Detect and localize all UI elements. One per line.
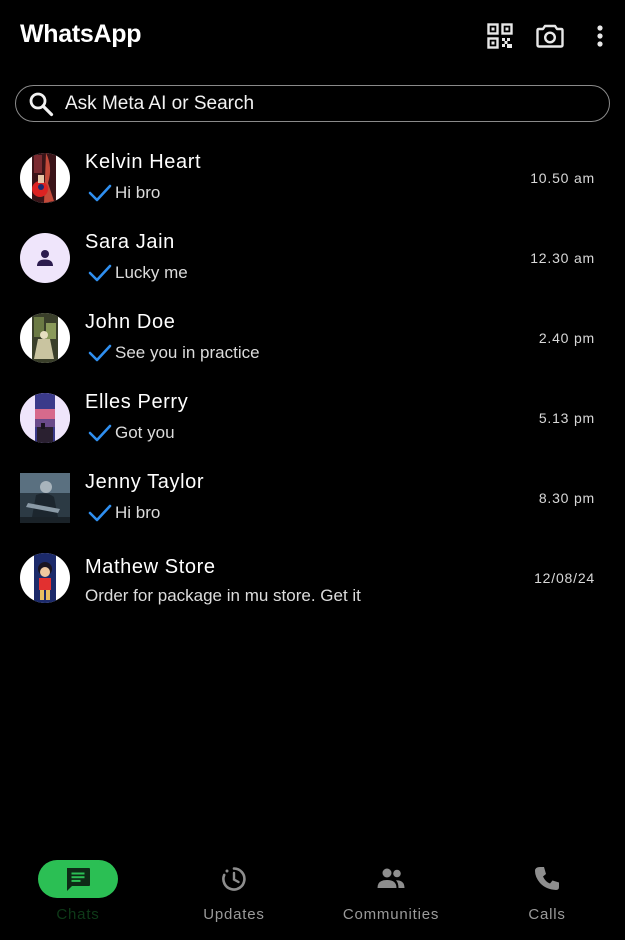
search-placeholder: Ask Meta AI or Search — [65, 93, 255, 114]
chat-name: John Doe — [85, 311, 176, 333]
avatar[interactable] — [20, 393, 70, 443]
chat-time: 2.40 pm — [538, 330, 595, 346]
check-icon — [88, 263, 112, 283]
chat-message: Order for package in mu store. Get it — [85, 586, 361, 605]
chat-message: Hi bro — [115, 503, 161, 522]
chat-name: Sara Jain — [85, 231, 175, 253]
chat-time: 5.13 pm — [538, 410, 595, 426]
chat-message: Hi bro — [115, 183, 161, 202]
check-icon — [88, 423, 112, 443]
chat-row-john-doe[interactable]: John Doe See you in practice 2.40 pm — [0, 298, 625, 378]
bottom-navigation: Chats Updates Communities Calls — [0, 850, 625, 940]
chat-name: Kelvin Heart — [85, 151, 202, 173]
nav-label: Chats — [56, 906, 100, 923]
chat-icon — [63, 864, 93, 894]
chat-message: Got you — [115, 423, 175, 442]
chat-name: Elles Perry — [85, 391, 189, 413]
chat-time: 8.30 pm — [538, 490, 595, 506]
qr-code-icon[interactable] — [484, 20, 516, 52]
check-icon — [88, 503, 112, 523]
app-title: WhatsApp — [20, 20, 142, 48]
chat-time: 10.50 am — [530, 170, 595, 186]
person-icon — [35, 248, 55, 268]
top-app-bar: WhatsApp — [0, 0, 625, 72]
nav-label: Calls — [528, 906, 566, 923]
nav-updates[interactable]: Updates — [164, 850, 304, 940]
nav-label: Updates — [203, 906, 265, 923]
chat-message: Lucky me — [115, 263, 188, 282]
chat-name: Mathew Store — [85, 556, 216, 578]
nav-label: Communities — [342, 906, 440, 923]
chat-time: 12.30 am — [530, 250, 595, 266]
chat-message: See you in practice — [115, 343, 260, 362]
avatar[interactable] — [20, 233, 70, 283]
chat-row-elles-perry[interactable]: Elles Perry Got you 5.13 pm — [0, 378, 625, 458]
updates-icon — [219, 864, 249, 894]
avatar[interactable] — [20, 553, 70, 603]
chat-row-kelvin-heart[interactable]: Kelvin Heart Hi bro 10.50 am — [0, 138, 625, 218]
search-bar[interactable]: Ask Meta AI or Search — [15, 85, 610, 122]
check-icon — [88, 183, 112, 203]
chat-name: Jenny Taylor — [85, 471, 205, 493]
chat-row-jenny-taylor[interactable]: Jenny Taylor Hi bro 8.30 pm — [0, 458, 625, 538]
avatar[interactable] — [20, 313, 70, 363]
communities-icon — [376, 864, 406, 894]
check-icon — [88, 343, 112, 363]
avatar[interactable] — [20, 153, 70, 203]
search-icon — [28, 91, 54, 117]
chat-time: 12/08/24 — [534, 570, 595, 586]
camera-icon[interactable] — [534, 20, 566, 52]
nav-calls[interactable]: Calls — [477, 850, 617, 940]
chat-row-sara-jain[interactable]: Sara Jain Lucky me 12.30 am — [0, 218, 625, 298]
nav-chats[interactable]: Chats — [8, 850, 148, 940]
phone-icon — [532, 864, 562, 894]
chat-row-mathew-store[interactable]: Mathew Store Order for package in mu sto… — [0, 538, 625, 618]
more-vert-icon[interactable] — [584, 20, 616, 52]
avatar[interactable] — [20, 473, 70, 523]
nav-communities[interactable]: Communities — [321, 850, 461, 940]
